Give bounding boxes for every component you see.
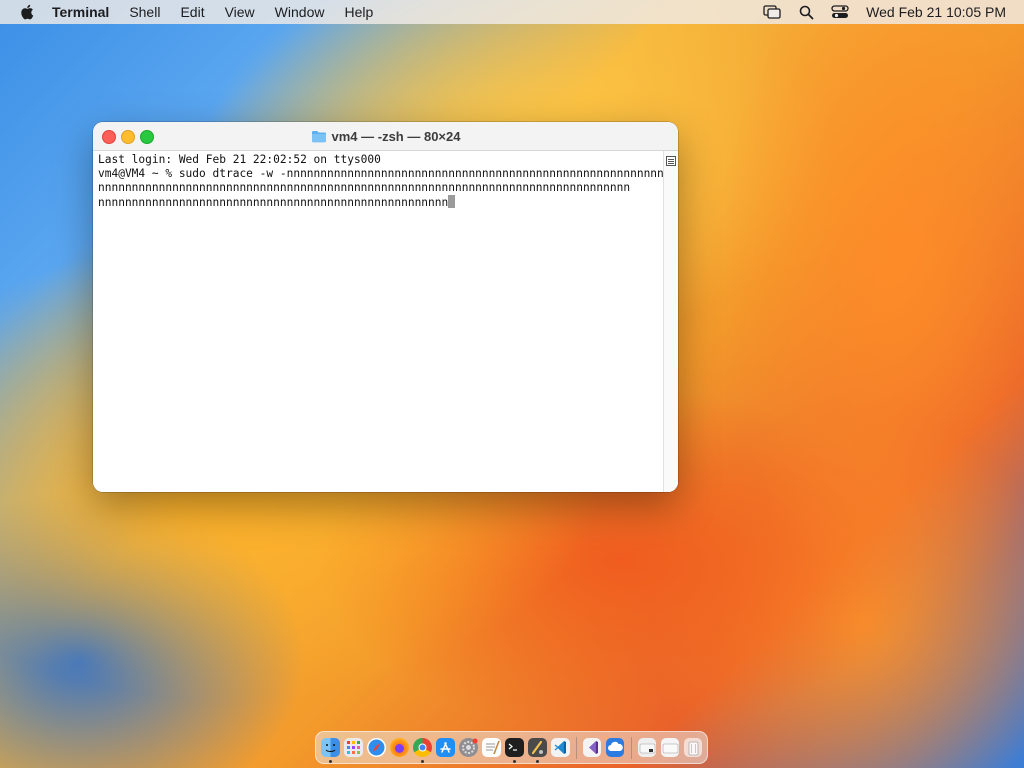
menu-shell[interactable]: Shell [129, 4, 160, 20]
apple-logo-icon[interactable] [18, 0, 36, 24]
menu-edit[interactable]: Edit [180, 4, 204, 20]
text-cursor [448, 195, 456, 208]
menu-bar: Terminal Shell Edit View Window Help Wed… [0, 0, 1024, 24]
running-indicator [536, 760, 539, 763]
window-titlebar[interactable]: vm4 — -zsh — 80×24 [93, 122, 678, 151]
textedit-icon[interactable] [482, 738, 501, 757]
dock-separator [630, 736, 632, 759]
menu-app-name[interactable]: Terminal [52, 4, 109, 20]
window-title: vm4 — -zsh — 80×24 [331, 128, 461, 144]
script-editor-icon[interactable] [528, 738, 547, 763]
chrome-icon[interactable] [413, 738, 432, 763]
split-view-icon[interactable] [666, 153, 676, 166]
dock-separator [576, 736, 577, 759]
search-icon[interactable] [796, 4, 816, 20]
terminal-line: nnnnnnnnnnnnnnnnnnnnnnnnnnnnnnnnnnnnnnnn… [98, 196, 449, 209]
menu-view[interactable]: View [225, 4, 255, 20]
dock [315, 731, 708, 764]
launchpad-icon[interactable] [344, 738, 363, 757]
app-store-icon[interactable] [436, 738, 455, 757]
downloads-folder-icon[interactable] [637, 738, 657, 757]
cloud-icon[interactable] [605, 738, 625, 757]
terminal-window: vm4 — -zsh — 80×24 Last login: Wed Feb 2… [93, 122, 678, 492]
menubar-status-area: Wed Feb 21 10:05 PM [748, 0, 1006, 24]
running-indicator [329, 760, 332, 763]
control-center-icon[interactable] [830, 4, 850, 20]
vscode-icon[interactable] [551, 738, 570, 757]
window-title-group: vm4 — -zsh — 80×24 [93, 122, 678, 150]
running-indicator [421, 760, 424, 763]
finder-icon[interactable] [321, 738, 340, 763]
trash-icon[interactable] [683, 738, 703, 757]
terminal-input-line: nnnnnnnnnnnnnnnnnnnnnnnnnnnnnnnnnnnnnnnn… [98, 195, 658, 210]
terminal-line: vm4@VM4 ~ % sudo dtrace -w -nnnnnnnnnnnn… [98, 167, 678, 180]
terminal-line: nnnnnnnnnnnnnnnnnnnnnnnnnnnnnnnnnnnnnnnn… [98, 181, 631, 194]
screen-mirroring-icon[interactable] [762, 4, 782, 20]
terminal-output[interactable]: Last login: Wed Feb 21 22:02:52 on ttys0… [98, 153, 678, 210]
folder-icon [311, 130, 327, 143]
menubar-clock[interactable]: Wed Feb 21 10:05 PM [866, 4, 1006, 20]
running-indicator [513, 760, 516, 763]
firefox-icon[interactable] [390, 738, 409, 757]
terminal-line: Last login: Wed Feb 21 22:02:52 on ttys0… [98, 153, 381, 166]
terminal-icon[interactable] [505, 738, 524, 763]
terminal-content[interactable]: Last login: Wed Feb 21 22:02:52 on ttys0… [93, 151, 678, 492]
visual-studio-icon[interactable] [582, 738, 602, 757]
terminal-scrollbar[interactable] [663, 151, 678, 492]
menu-help[interactable]: Help [344, 4, 373, 20]
safari-icon[interactable] [367, 738, 386, 757]
documents-folder-icon[interactable] [660, 738, 680, 757]
menu-window[interactable]: Window [275, 4, 325, 20]
settings-icon[interactable] [459, 738, 478, 757]
